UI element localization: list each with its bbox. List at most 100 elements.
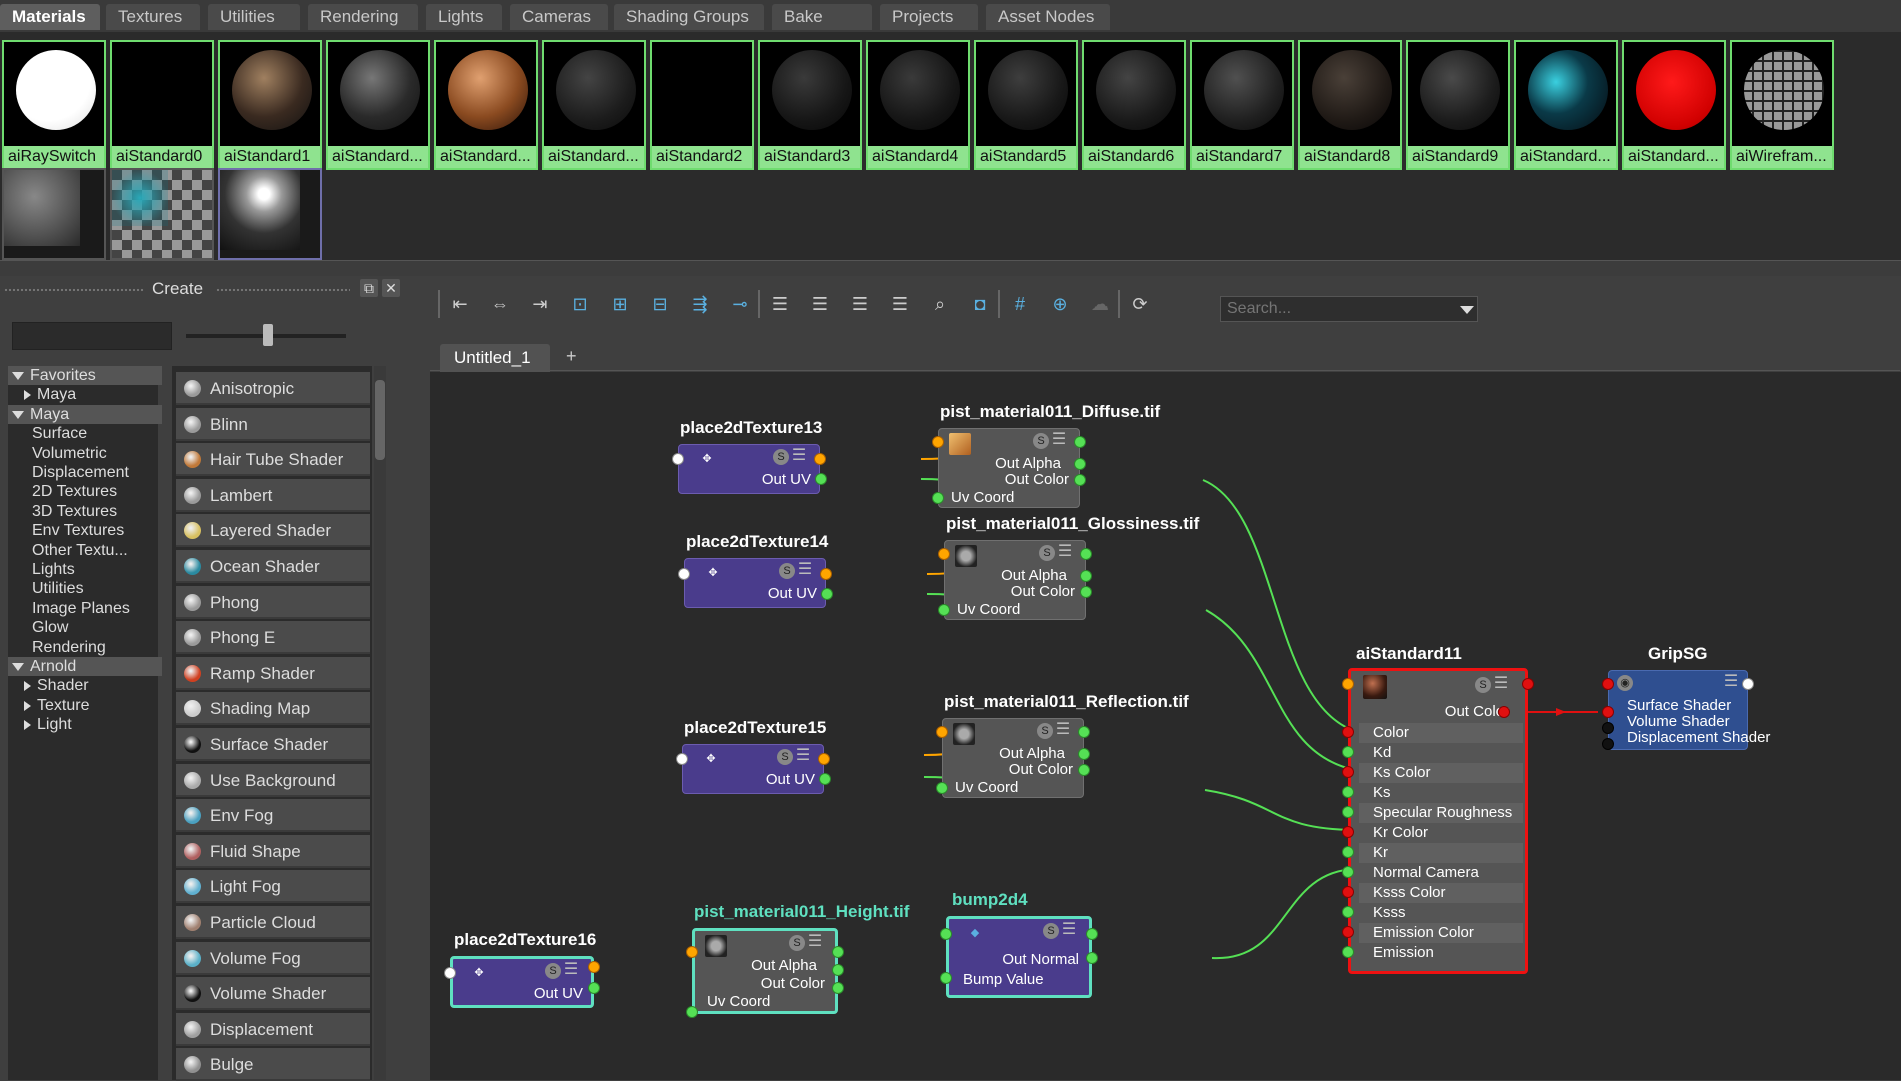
- input-port[interactable]: [444, 967, 456, 979]
- category-surface[interactable]: Surface: [8, 424, 182, 443]
- input-port[interactable]: [936, 726, 948, 738]
- swatch-aistandard[interactable]: aiStandard...: [1622, 40, 1726, 170]
- input-port[interactable]: [1342, 786, 1354, 798]
- search-icon[interactable]: ⌕: [928, 292, 952, 316]
- attribute-list-icon[interactable]: ☰: [1057, 544, 1073, 560]
- swatch-mode-icon[interactable]: S: [1039, 545, 1055, 561]
- input-port[interactable]: [1342, 678, 1354, 690]
- swatch-checker[interactable]: [110, 168, 214, 260]
- remove-selected-icon[interactable]: ⊟: [648, 292, 672, 316]
- output-port[interactable]: [588, 961, 600, 973]
- node-diffuse-texture[interactable]: S ☰ Out Alpha Out Color Uv Coord: [938, 428, 1080, 508]
- tab-rendering[interactable]: Rendering: [308, 4, 418, 30]
- output-port[interactable]: [815, 473, 827, 485]
- output-port[interactable]: [1086, 928, 1098, 940]
- node-place2dtexture14[interactable]: ✥ S ☰ Out UV: [684, 558, 826, 608]
- node-type-phong-e[interactable]: Phong E: [176, 621, 370, 655]
- chevron-down-icon[interactable]: [12, 662, 24, 671]
- category-volumetric[interactable]: Volumetric: [8, 444, 182, 463]
- attribute-row[interactable]: Kd: [1359, 743, 1523, 763]
- frame-all-icon[interactable]: ⊡: [568, 292, 592, 316]
- input-port[interactable]: [1342, 806, 1354, 818]
- input-port[interactable]: [676, 753, 688, 765]
- attribute-row[interactable]: Kr Color: [1359, 823, 1523, 843]
- swatch-aistandard2[interactable]: aiStandard2: [650, 40, 754, 170]
- swatch-mode-icon[interactable]: S: [773, 449, 789, 465]
- attribute-row[interactable]: Specular Roughness: [1359, 803, 1523, 823]
- category-other-textu-[interactable]: Other Textu...: [8, 541, 182, 560]
- input-port[interactable]: [1342, 866, 1354, 878]
- drag-handle[interactable]: [216, 288, 350, 292]
- input-port[interactable]: [1342, 766, 1354, 778]
- input-port[interactable]: [1342, 886, 1354, 898]
- tab-asset-nodes[interactable]: Asset Nodes: [986, 4, 1110, 30]
- node-type-shading-map[interactable]: Shading Map: [176, 692, 370, 726]
- input-port[interactable]: [1602, 706, 1614, 718]
- node-height-texture[interactable]: S ☰ Out Alpha Out Color Uv Coord: [692, 928, 838, 1014]
- node-type-phong[interactable]: Phong: [176, 585, 370, 619]
- tab-textures[interactable]: Textures: [106, 4, 200, 30]
- attribute-row[interactable]: Color: [1359, 723, 1523, 743]
- attribute-list-icon[interactable]: ☰: [791, 448, 807, 464]
- output-port[interactable]: [819, 773, 831, 785]
- swatch-aistandard3[interactable]: aiStandard3: [758, 40, 862, 170]
- chevron-right-icon[interactable]: [24, 719, 31, 730]
- swatch-aistandard1[interactable]: aiStandard1: [218, 40, 322, 170]
- swatch-mode-icon[interactable]: S: [1043, 923, 1059, 939]
- chevron-down-icon[interactable]: [12, 371, 24, 380]
- input-port[interactable]: [1342, 746, 1354, 758]
- input-port[interactable]: [936, 782, 948, 794]
- graph-input-icon[interactable]: ⇤: [448, 292, 472, 316]
- swatch-mode-icon[interactable]: S: [777, 749, 793, 765]
- category-lights[interactable]: Lights: [8, 560, 182, 579]
- attribute-list-icon[interactable]: ☰: [1051, 432, 1067, 448]
- attribute-list-icon[interactable]: ☰: [1493, 676, 1509, 692]
- simple-mode-icon[interactable]: ☰: [768, 292, 792, 316]
- output-port[interactable]: [1498, 706, 1510, 718]
- category-glow[interactable]: Glow: [8, 618, 182, 637]
- tab-materials[interactable]: Materials: [0, 4, 100, 30]
- node-type-lambert[interactable]: Lambert: [176, 478, 370, 512]
- node-type-anisotropic[interactable]: Anisotropic: [176, 372, 370, 405]
- attribute-list-icon[interactable]: ☰: [563, 962, 579, 978]
- swatch-aistandard[interactable]: aiStandard...: [434, 40, 538, 170]
- swatch-aistandard8[interactable]: aiStandard8: [1298, 40, 1402, 170]
- tab-lights[interactable]: Lights: [426, 4, 502, 30]
- input-port[interactable]: [672, 453, 684, 465]
- node-bump2d4[interactable]: ◆ S ☰ Out Normal Bump Value: [946, 916, 1092, 998]
- input-port[interactable]: [1342, 946, 1354, 958]
- output-port[interactable]: [821, 588, 833, 600]
- category-rendering[interactable]: Rendering: [8, 638, 182, 657]
- attribute-row[interactable]: Ksss: [1359, 903, 1523, 923]
- node-type-surface-shader[interactable]: Surface Shader: [176, 728, 370, 761]
- attribute-row[interactable]: Ks Color: [1359, 763, 1523, 783]
- tab-projects[interactable]: Projects: [880, 4, 978, 30]
- input-port[interactable]: [932, 436, 944, 448]
- chevron-right-icon[interactable]: [24, 390, 31, 401]
- node-type-ramp-shader[interactable]: Ramp Shader: [176, 656, 370, 690]
- output-port[interactable]: [1080, 586, 1092, 598]
- node-place2dtexture16[interactable]: ✥ S ☰ Out UV: [450, 956, 594, 1008]
- swatch-chrome[interactable]: [218, 168, 322, 260]
- input-port[interactable]: [686, 946, 698, 958]
- attribute-row[interactable]: Ks: [1359, 783, 1523, 803]
- swatch-mode-icon[interactable]: S: [1037, 723, 1053, 739]
- category-light[interactable]: Light: [8, 715, 174, 734]
- input-port[interactable]: [1342, 726, 1354, 738]
- input-port[interactable]: [932, 492, 944, 504]
- custom-mode-icon[interactable]: ☰: [888, 292, 912, 316]
- node-search-input[interactable]: [1220, 296, 1478, 322]
- output-port[interactable]: [1074, 474, 1086, 486]
- swatch-mode-icon[interactable]: S: [545, 963, 561, 979]
- attribute-list-icon[interactable]: ☰: [807, 934, 823, 950]
- output-port[interactable]: [820, 568, 832, 580]
- swatch-mode-icon[interactable]: S: [1475, 677, 1491, 693]
- tab-utilities[interactable]: Utilities: [208, 4, 300, 30]
- input-port[interactable]: [940, 928, 952, 940]
- output-port[interactable]: [1522, 678, 1534, 690]
- node-type-volume-shader[interactable]: Volume Shader: [176, 977, 370, 1011]
- output-port[interactable]: [832, 964, 844, 976]
- drag-handle[interactable]: [4, 288, 144, 292]
- connected-mode-icon[interactable]: ☰: [808, 292, 832, 316]
- icon-size-slider-thumb[interactable]: [263, 324, 273, 346]
